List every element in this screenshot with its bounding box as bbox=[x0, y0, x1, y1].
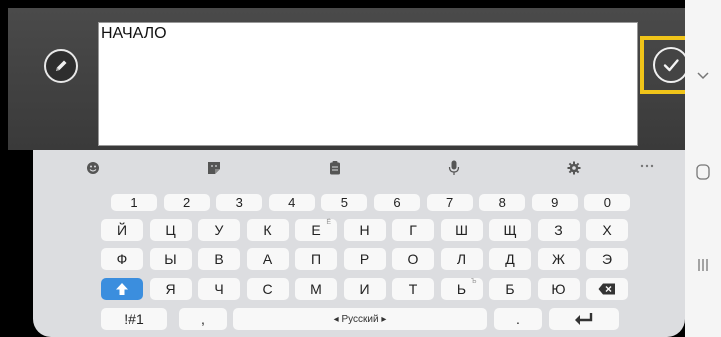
key-е-hint: Ё bbox=[326, 219, 331, 226]
key-9[interactable]: 9 bbox=[531, 194, 578, 211]
key-п[interactable]: П bbox=[295, 248, 337, 270]
chevron-down-icon bbox=[697, 72, 709, 80]
enter-key[interactable] bbox=[549, 308, 619, 330]
edit-button[interactable] bbox=[44, 49, 78, 83]
key-ф[interactable]: Ф bbox=[101, 248, 143, 270]
key-ы[interactable]: Ы bbox=[149, 248, 192, 270]
key-ь-hint: Ъ bbox=[470, 278, 477, 285]
key-у[interactable]: У bbox=[198, 219, 240, 241]
key-т[interactable]: Т bbox=[392, 278, 434, 300]
key-м[interactable]: М bbox=[295, 278, 337, 300]
key-6[interactable]: 6 bbox=[374, 194, 420, 211]
key-я[interactable]: Я bbox=[149, 278, 192, 300]
sticker-icon bbox=[208, 162, 220, 174]
home-icon bbox=[696, 164, 710, 180]
text-input[interactable]: НАЧАЛО bbox=[98, 22, 638, 146]
gear-icon bbox=[567, 161, 581, 175]
backspace-icon bbox=[598, 283, 615, 295]
symbols-key[interactable]: !#1 bbox=[101, 308, 167, 330]
key-ь[interactable]: Ь Ъ bbox=[440, 278, 483, 300]
hide-keyboard-button[interactable] bbox=[685, 70, 721, 80]
keyboard-settings-button[interactable] bbox=[564, 158, 584, 178]
space-key[interactable]: ◂ Русский ▸ bbox=[233, 308, 487, 330]
key-л[interactable]: Л bbox=[440, 248, 483, 270]
left-edge bbox=[0, 0, 8, 337]
key-б[interactable]: Б bbox=[489, 278, 531, 300]
key-г[interactable]: Г bbox=[392, 219, 434, 241]
key-д[interactable]: Д bbox=[489, 248, 531, 270]
key-0[interactable]: 0 bbox=[584, 194, 631, 211]
key-к[interactable]: К bbox=[246, 219, 289, 241]
key-о[interactable]: О bbox=[392, 248, 434, 270]
keyboard-toolbar bbox=[33, 150, 685, 180]
key-ш[interactable]: Ш bbox=[440, 219, 483, 241]
edit-panel: НАЧАЛО bbox=[8, 8, 702, 150]
microphone-icon bbox=[448, 160, 460, 175]
key-з[interactable]: З bbox=[537, 219, 580, 241]
key-3[interactable]: 3 bbox=[216, 194, 263, 211]
key-ь-label: Ь bbox=[456, 281, 467, 297]
voice-input-button[interactable] bbox=[444, 158, 464, 178]
on-screen-keyboard: 1 2 3 4 5 6 7 8 9 0 Й Ц У К Е Ё Н Г Ш Щ … bbox=[33, 150, 685, 337]
key-й[interactable]: Й bbox=[101, 219, 143, 241]
key-е-label: Е bbox=[311, 222, 321, 238]
checkmark-icon bbox=[663, 59, 679, 72]
key-ц[interactable]: Ц bbox=[149, 219, 192, 241]
more-dots-icon bbox=[640, 164, 654, 168]
key-ч[interactable]: Ч bbox=[198, 278, 240, 300]
key-1[interactable]: 1 bbox=[111, 194, 157, 211]
key-8[interactable]: 8 bbox=[479, 194, 526, 211]
key-с[interactable]: С bbox=[246, 278, 289, 300]
key-н[interactable]: Н bbox=[343, 219, 386, 241]
recent-apps-icon bbox=[698, 259, 708, 271]
home-button[interactable] bbox=[685, 163, 721, 181]
comma-key[interactable]: , bbox=[179, 308, 227, 330]
pencil-icon bbox=[56, 60, 67, 71]
clipboard-icon bbox=[330, 161, 340, 175]
period-key[interactable]: . bbox=[494, 308, 542, 330]
more-options-button[interactable] bbox=[637, 156, 657, 176]
shift-arrow-icon bbox=[116, 283, 128, 295]
key-5[interactable]: 5 bbox=[321, 194, 368, 211]
navigation-bar bbox=[685, 0, 721, 337]
confirm-button[interactable] bbox=[653, 47, 689, 83]
key-в[interactable]: В bbox=[198, 248, 240, 270]
text-input-value: НАЧАЛО bbox=[101, 25, 167, 42]
recent-apps-button[interactable] bbox=[685, 258, 721, 272]
key-а[interactable]: А bbox=[246, 248, 289, 270]
key-ю[interactable]: Ю bbox=[537, 278, 580, 300]
key-э[interactable]: Э bbox=[586, 248, 628, 270]
key-7[interactable]: 7 bbox=[426, 194, 473, 211]
key-х[interactable]: Х bbox=[586, 219, 628, 241]
key-2[interactable]: 2 bbox=[163, 194, 210, 211]
key-и[interactable]: И bbox=[343, 278, 386, 300]
shift-key[interactable] bbox=[101, 278, 143, 300]
key-щ[interactable]: Щ bbox=[489, 219, 531, 241]
clipboard-button[interactable] bbox=[325, 158, 345, 178]
emoji-button[interactable] bbox=[83, 158, 103, 178]
sticker-button[interactable] bbox=[204, 158, 224, 178]
emoji-icon bbox=[87, 162, 99, 174]
key-р[interactable]: Р bbox=[343, 248, 386, 270]
key-4[interactable]: 4 bbox=[268, 194, 315, 211]
enter-icon bbox=[575, 313, 593, 325]
key-ж[interactable]: Ж bbox=[537, 248, 580, 270]
backspace-key[interactable] bbox=[586, 278, 628, 300]
key-е[interactable]: Е Ё bbox=[295, 219, 337, 241]
